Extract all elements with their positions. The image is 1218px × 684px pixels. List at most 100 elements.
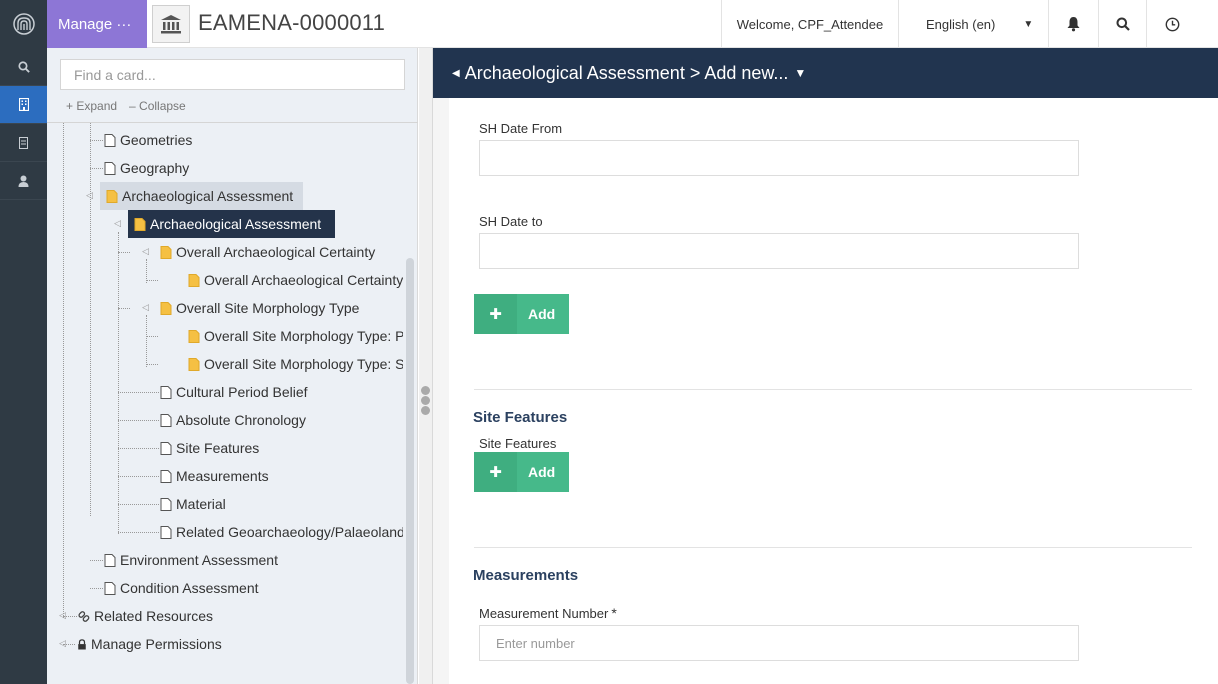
add-button-label: Add	[528, 464, 556, 480]
left-nav	[0, 48, 47, 684]
tree-item-archaeological-assessment-parent[interactable]: Archaeological Assessment	[100, 182, 304, 210]
file-icon	[104, 133, 116, 147]
tree-item-site-morphology-type-po[interactable]: Overall Site Morphology Type: Po	[188, 322, 403, 350]
plus-icon: ✚	[474, 294, 517, 334]
tree-item-label: Geometries	[120, 132, 193, 148]
file-icon	[160, 525, 172, 539]
sh-date-from-label: SH Date From	[479, 121, 563, 136]
app-logo[interactable]	[0, 0, 47, 48]
nav-profile[interactable]	[0, 162, 47, 200]
tree-item-label: Overall Archaeological Certainty	[176, 244, 376, 260]
splitter-grip[interactable]	[421, 396, 430, 405]
expand-label: Expand	[76, 99, 118, 113]
plus-icon: +	[66, 99, 74, 113]
collapse-toggle-icon[interactable]: ◁	[86, 190, 93, 201]
add-button[interactable]: ✚ Add	[474, 294, 569, 334]
user-welcome[interactable]: Welcome, CPF_Attendee	[721, 0, 898, 48]
collapse-toggle-icon[interactable]: ◁	[142, 302, 149, 313]
tree-item-label: Measurements	[176, 468, 269, 484]
tree-item-overall-archaeological-certainty-value[interactable]: Overall Archaeological Certainty V	[188, 266, 403, 294]
tree-item-geography[interactable]: Geography	[104, 154, 189, 182]
tree-item-site-morphology-type-su[interactable]: Overall Site Morphology Type: Su	[188, 350, 403, 378]
tree-item-archaeological-assessment-selected[interactable]: Archaeological Assessment	[128, 210, 336, 238]
section-divider	[474, 389, 1192, 390]
file-icon	[160, 413, 172, 427]
folder-icon	[160, 245, 172, 259]
section-divider	[474, 547, 1192, 548]
card-form-header[interactable]: ◀ Archaeological Assessment > Add new...…	[433, 48, 1218, 98]
notifications-button[interactable]	[1048, 0, 1098, 48]
collapse-all-button[interactable]: – Collapse	[129, 99, 186, 113]
search-icon	[1116, 17, 1130, 31]
measurements-section-title: Measurements	[473, 567, 579, 584]
history-button[interactable]	[1146, 0, 1198, 48]
nav-report[interactable]	[0, 124, 47, 162]
tree-item-geometries[interactable]: Geometries	[104, 126, 192, 154]
tree-item-condition-assessment[interactable]: Condition Assessment	[104, 574, 259, 602]
measurement-number-label-text: Measurement Number	[479, 606, 609, 621]
card-tree-panel: + Expand – Collapse ◁ ◁ ◁ ◁ ◁ ◁	[47, 48, 418, 684]
folder-icon	[134, 217, 146, 231]
language-label: English (en)	[926, 16, 996, 32]
tree-scrollbar[interactable]	[406, 258, 414, 684]
tree-item-manage-permissions[interactable]: Manage Permissions	[77, 630, 222, 658]
tree-item-measurements[interactable]: Measurements	[160, 462, 269, 490]
file-icon	[160, 441, 172, 455]
tree-item-label: Related Resources	[94, 608, 214, 624]
resource-type-button[interactable]	[152, 5, 190, 43]
sh-date-from-input[interactable]	[479, 140, 1079, 176]
tree-item-label: Overall Site Morphology Type	[176, 300, 360, 316]
tree-item-label: Cultural Period Belief	[176, 384, 308, 400]
bank-icon	[161, 15, 181, 34]
tree-item-overall-archaeological-certainty[interactable]: Overall Archaeological Certainty	[160, 238, 375, 266]
caret-left-icon: ◀	[452, 67, 460, 79]
required-marker: *	[611, 605, 617, 621]
find-card-input[interactable]	[60, 59, 405, 90]
collapse-toggle-icon[interactable]: ◁	[114, 218, 121, 229]
splitter-grip[interactable]	[421, 406, 430, 415]
add-site-feature-button[interactable]: ✚ Add	[474, 452, 569, 492]
caret-down-icon: ▼	[1023, 18, 1034, 30]
nav-resource-editor[interactable]	[0, 86, 47, 124]
tree-item-label: Environment Assessment	[120, 552, 278, 568]
folder-icon	[188, 357, 200, 371]
tree-item-label: Geography	[120, 160, 190, 176]
tree-item-label: Archaeological Assessment	[150, 216, 322, 232]
tree-item-label: Condition Assessment	[120, 580, 259, 596]
card-form-body	[433, 98, 1218, 684]
tree-item-material[interactable]: Material	[160, 490, 226, 518]
collapse-toggle-icon[interactable]: ◁	[142, 246, 149, 257]
file-icon	[160, 385, 172, 399]
tree-item-cultural-period-belief[interactable]: Cultural Period Belief	[160, 378, 308, 406]
tree-item-related-resources[interactable]: Related Resources	[78, 602, 213, 630]
tree-item-label: Overall Archaeological Certainty V	[204, 272, 403, 288]
language-select[interactable]: English (en) ▼	[898, 0, 1048, 48]
tree-item-overall-site-morphology-type[interactable]: Overall Site Morphology Type	[160, 294, 359, 322]
caret-down-icon: ▼	[794, 66, 807, 80]
card-tree: ◁ ◁ ◁ ◁ ◁ ◁ Geometries Geography Archaeo…	[47, 123, 403, 684]
tree-item-absolute-chronology[interactable]: Absolute Chronology	[160, 406, 306, 434]
file-icon	[19, 136, 28, 149]
panel-splitter[interactable]	[419, 48, 433, 684]
tree-item-label: Material	[176, 496, 226, 512]
sh-date-to-input[interactable]	[479, 233, 1079, 269]
manage-menu-button[interactable]: Manage ···	[47, 0, 147, 48]
nav-search[interactable]	[0, 48, 47, 86]
collapse-toggle-icon[interactable]: ◁	[59, 638, 66, 649]
folder-icon	[106, 189, 118, 203]
file-icon	[104, 553, 116, 567]
card-breadcrumb: Archaeological Assessment > Add new...	[464, 62, 789, 83]
tree-item-label: Overall Site Morphology Type: Po	[204, 328, 403, 344]
tree-item-related-geoarchaeology[interactable]: Related Geoarchaeology/Palaeolands	[160, 518, 403, 546]
folder-icon	[188, 329, 200, 343]
sh-date-to-label: SH Date to	[479, 214, 543, 229]
tree-item-environment-assessment[interactable]: Environment Assessment	[104, 546, 278, 574]
bell-icon	[1067, 17, 1080, 32]
minus-icon: –	[129, 99, 136, 113]
search-button[interactable]	[1098, 0, 1146, 48]
expand-all-button[interactable]: + Expand	[66, 99, 117, 113]
collapse-toggle-icon[interactable]: ◁	[59, 610, 66, 621]
tree-item-site-features[interactable]: Site Features	[160, 434, 259, 462]
measurement-number-input[interactable]	[479, 625, 1079, 661]
splitter-grip[interactable]	[421, 386, 430, 395]
